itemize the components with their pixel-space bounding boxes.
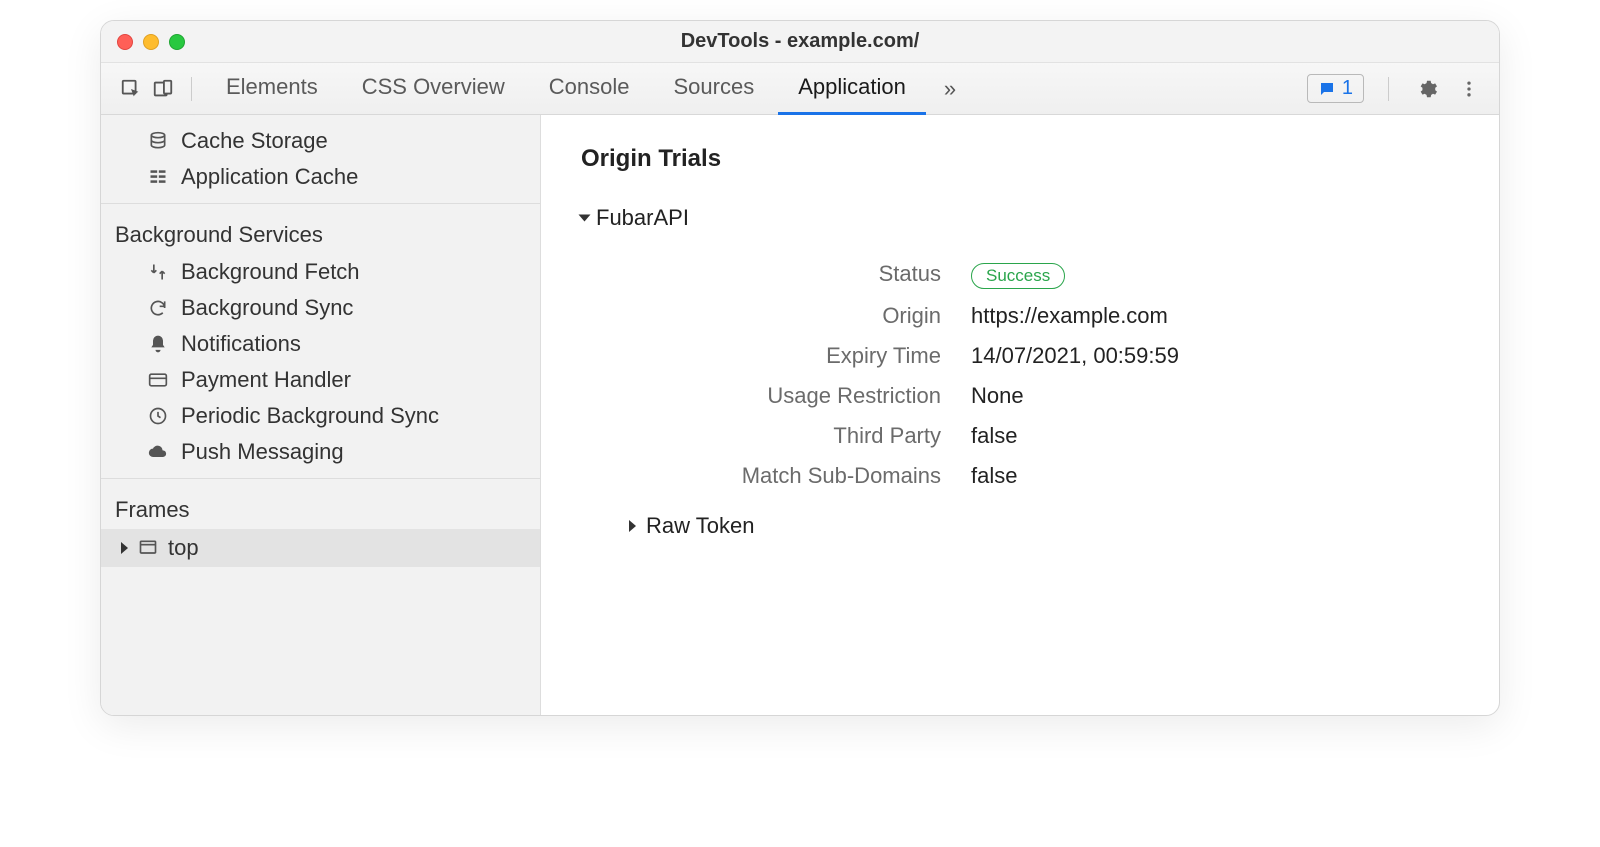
sidebar-item-label: Payment Handler <box>181 367 351 393</box>
status-pill: Success <box>971 263 1065 289</box>
fetch-icon <box>147 261 169 283</box>
main-panel: Origin Trials FubarAPI Status Success Or… <box>541 115 1499 715</box>
sidebar-item-label: Application Cache <box>181 164 358 190</box>
sidebar-section-frames: Frames top <box>101 479 540 575</box>
device-toolbar-icon[interactable] <box>149 75 177 103</box>
sidebar-heading-frames: Frames <box>101 487 540 529</box>
frame-icon <box>138 538 158 558</box>
sidebar-item-notifications[interactable]: Notifications <box>101 326 540 362</box>
clock-icon <box>147 405 169 427</box>
application-sidebar: Cache Storage Application Cache Backgrou… <box>101 115 541 715</box>
sidebar-item-label: Push Messaging <box>181 439 344 465</box>
tab-css-overview[interactable]: CSS Overview <box>342 63 525 115</box>
chat-icon <box>1318 80 1336 98</box>
sidebar-item-application-cache[interactable]: Application Cache <box>101 159 540 195</box>
raw-token-label: Raw Token <box>646 513 754 539</box>
tab-elements[interactable]: Elements <box>206 63 338 115</box>
usage-label: Usage Restriction <box>681 383 941 409</box>
sidebar-item-label: Cache Storage <box>181 128 328 154</box>
sidebar-item-label: Periodic Background Sync <box>181 403 439 429</box>
sidebar-item-label: Notifications <box>181 331 301 357</box>
close-window-button[interactable] <box>117 34 133 50</box>
right-tools: 1 <box>1307 74 1483 103</box>
sidebar-item-background-sync[interactable]: Background Sync <box>101 290 540 326</box>
subdomains-label: Match Sub-Domains <box>681 463 941 489</box>
sidebar-heading-background: Background Services <box>101 212 540 254</box>
devtools-window: DevTools - example.com/ Elements CSS Ove… <box>100 20 1500 716</box>
sidebar-section-background: Background Services Background Fetch Bac… <box>101 204 540 479</box>
credit-card-icon <box>147 369 169 391</box>
subdomains-value: false <box>971 463 1459 489</box>
kebab-menu-icon[interactable] <box>1455 75 1483 103</box>
sidebar-item-cache-storage[interactable]: Cache Storage <box>101 123 540 159</box>
window-controls <box>117 34 185 50</box>
thirdparty-label: Third Party <box>681 423 941 449</box>
grid-icon <box>147 166 169 188</box>
trial-name: FubarAPI <box>596 205 689 231</box>
content-area: Cache Storage Application Cache Backgrou… <box>101 115 1499 715</box>
sidebar-item-background-fetch[interactable]: Background Fetch <box>101 254 540 290</box>
origin-value: https://example.com <box>971 303 1459 329</box>
thirdparty-value: false <box>971 423 1459 449</box>
window-title: DevTools - example.com/ <box>681 30 920 53</box>
sidebar-section-cache: Cache Storage Application Cache <box>101 115 540 204</box>
trial-row[interactable]: FubarAPI <box>581 199 1459 237</box>
chevron-right-icon <box>121 542 128 554</box>
more-tabs-icon[interactable]: » <box>930 76 970 102</box>
toolbar-divider-right <box>1388 77 1389 101</box>
inspect-element-icon[interactable] <box>117 75 145 103</box>
tab-console[interactable]: Console <box>529 63 650 115</box>
issues-button[interactable]: 1 <box>1307 74 1364 103</box>
devtools-tabbar: Elements CSS Overview Console Sources Ap… <box>101 63 1499 115</box>
raw-token-row[interactable]: Raw Token <box>629 513 1459 539</box>
origin-label: Origin <box>681 303 941 329</box>
maximize-window-button[interactable] <box>169 34 185 50</box>
sync-icon <box>147 297 169 319</box>
sidebar-item-periodic-sync[interactable]: Periodic Background Sync <box>101 398 540 434</box>
status-label: Status <box>681 261 941 289</box>
tab-application[interactable]: Application <box>778 63 926 115</box>
sidebar-item-label: Background Fetch <box>181 259 360 285</box>
titlebar: DevTools - example.com/ <box>101 21 1499 63</box>
cloud-icon <box>147 441 169 463</box>
sidebar-item-label: Background Sync <box>181 295 353 321</box>
toolbar-divider <box>191 77 192 101</box>
expiry-value: 14/07/2021, 00:59:59 <box>971 343 1459 369</box>
database-icon <box>147 130 169 152</box>
minimize-window-button[interactable] <box>143 34 159 50</box>
sidebar-item-payment-handler[interactable]: Payment Handler <box>101 362 540 398</box>
usage-value: None <box>971 383 1459 409</box>
trial-details: Status Success Origin https://example.co… <box>681 261 1459 489</box>
chevron-right-icon <box>629 520 636 532</box>
chevron-down-icon <box>579 215 591 222</box>
settings-gear-icon[interactable] <box>1413 75 1441 103</box>
tab-sources[interactable]: Sources <box>653 63 774 115</box>
frames-top-label: top <box>168 535 199 561</box>
status-value: Success <box>971 261 1459 289</box>
sidebar-item-push-messaging[interactable]: Push Messaging <box>101 434 540 470</box>
issues-count: 1 <box>1342 77 1353 100</box>
origin-trials-heading: Origin Trials <box>581 145 1459 173</box>
bell-icon <box>147 333 169 355</box>
frames-top-item[interactable]: top <box>101 529 540 567</box>
expiry-label: Expiry Time <box>681 343 941 369</box>
